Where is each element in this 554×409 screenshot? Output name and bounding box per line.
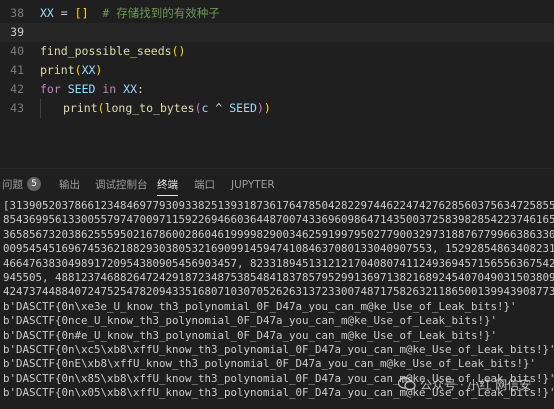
wechat-icon	[397, 377, 416, 394]
line-number: 38	[10, 6, 24, 20]
terminal-line: b'DASCTF{0n\xe3e_U_know_th3_polynomial_0…	[3, 299, 517, 313]
terminal-line: 945505, 48812374688264724291872348753854…	[3, 270, 554, 284]
code-text: for SEED in XX:	[40, 80, 144, 99]
terminal-line: 8543699561330055797470097115922694660364…	[3, 213, 554, 227]
code-text: find_possible_seeds()	[40, 42, 185, 61]
terminal-line: 3658567320386255595021678600286046199998…	[3, 227, 554, 241]
tab-debug-console[interactable]: 调试控制台	[95, 169, 148, 201]
code-token: XX	[40, 6, 54, 20]
terminal-line: 0095454516967453621882930380532169099145…	[3, 242, 554, 256]
terminal-line: [313905203786612348469779309338251393187…	[3, 199, 554, 212]
terminal-line: b'DASCTF{0nce_U_know_th3_polynomial_0F_D…	[3, 314, 498, 328]
tab-jupyter[interactable]: JUPYTER	[231, 169, 275, 201]
code-token: )	[95, 63, 103, 77]
code-token: XX	[81, 63, 96, 77]
code-token: print	[63, 101, 98, 115]
code-line[interactable]: 41 print(XX)	[0, 61, 554, 80]
code-line[interactable]: 42 for SEED in XX:	[0, 80, 554, 99]
code-token: print	[40, 63, 75, 77]
code-token: []	[74, 6, 89, 20]
code-token: SEED	[67, 82, 96, 96]
code-token: =	[53, 6, 75, 20]
tab-terminal-label: 终端	[157, 179, 178, 191]
code-line[interactable]: 39	[0, 23, 554, 42]
code-line[interactable]: 40 find_possible_seeds()	[0, 42, 554, 61]
code-token: SEED	[229, 101, 257, 115]
code-token: ()	[171, 44, 186, 58]
code-token: (	[97, 101, 105, 115]
terminal-line: b'DASCTF{0n#e_U_know_th3_polynomial_0F_D…	[3, 328, 498, 342]
tab-debug-console-label: 调试控制台	[95, 179, 148, 191]
code-token: find_possible_seeds	[40, 44, 172, 58]
code-token: (	[74, 63, 82, 77]
code-text: print(long_to_bytes(c ^ SEED))	[40, 99, 271, 118]
code-token: # 存储找到的有效种子	[88, 6, 220, 20]
indent-guide	[40, 99, 63, 118]
terminal-line: b'DASCTF{0nE\xb8\xffU_know_th3_polynomia…	[3, 357, 537, 371]
terminal-line: 466476383049891720954380905456903457, 82…	[3, 256, 554, 270]
tab-problems[interactable]: 问题 5	[2, 169, 41, 201]
tab-ports-label: 端口	[194, 179, 215, 191]
tab-ports[interactable]: 端口	[194, 169, 215, 201]
watermark: 公众号 · 小红 网信安	[397, 376, 532, 396]
code-token: in	[102, 82, 117, 96]
line-number: 42	[10, 82, 24, 96]
code-token: :	[137, 82, 144, 96]
code-line[interactable]: 43 print(long_to_bytes(c ^ SEED))	[0, 99, 554, 118]
tab-terminal[interactable]: 终端	[157, 169, 178, 201]
watermark-text: 公众号 · 小红 网信安	[420, 378, 532, 392]
tab-output-label: 输出	[59, 179, 80, 191]
code-editor[interactable]: 38 XX = [] # 存储找到的有效种子 39 40 find_possible_s…	[0, 0, 554, 168]
code-token: ^	[208, 101, 230, 115]
code-text: XX = [] # 存储找到的有效种子	[40, 4, 220, 23]
code-token: )	[256, 101, 264, 115]
code-token: XX	[123, 82, 138, 96]
code-token: for	[40, 82, 61, 96]
problems-count-badge: 5	[27, 177, 41, 191]
panel-tab-bar: 问题 5 输出 调试控制台 终端 端口 JUPYTER	[0, 169, 554, 201]
terminal-line: 4247374488407247525478209433516807103070…	[3, 285, 554, 299]
terminal-line: b'DASCTF{0n\xc5\xb8\xffU_know_th3_polyno…	[3, 342, 554, 356]
tab-output[interactable]: 输出	[59, 169, 80, 201]
code-token: )	[263, 101, 271, 115]
line-number: 39	[10, 25, 24, 39]
code-token: long_to_bytes	[104, 101, 195, 115]
code-line[interactable]: 38 XX = [] # 存储找到的有效种子	[0, 4, 554, 23]
code-token: (	[194, 101, 202, 115]
line-number: 41	[10, 63, 24, 77]
active-tab-indicator	[157, 195, 178, 196]
tab-problems-label: 问题	[2, 179, 23, 191]
tab-jupyter-label: JUPYTER	[231, 179, 275, 191]
code-text: print(XX)	[40, 61, 102, 80]
line-number: 40	[10, 44, 24, 58]
line-number: 43	[10, 101, 24, 115]
